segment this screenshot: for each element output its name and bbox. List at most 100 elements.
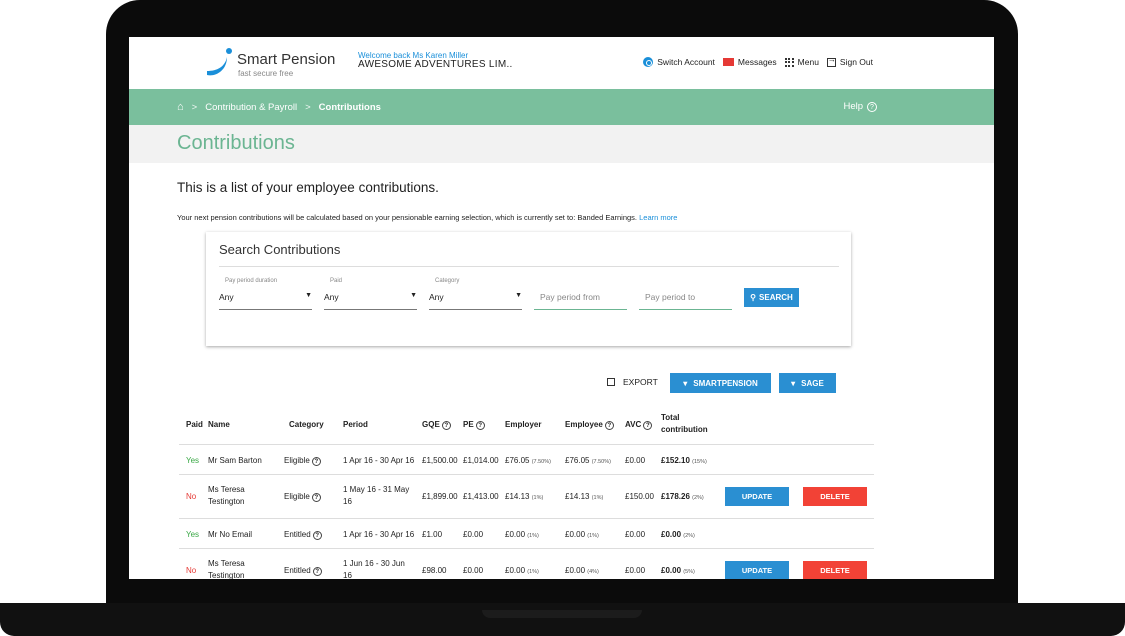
col-employee: Employee?: [565, 420, 614, 430]
help-circle-icon[interactable]: ?: [311, 493, 321, 502]
pay-period-duration-select[interactable]: Pay period duration Any ▼: [219, 278, 312, 310]
employer-cell: £14.13 (1%): [505, 492, 543, 501]
col-pe-label: PE: [463, 420, 474, 429]
help-label: Help: [843, 101, 863, 112]
employee-name[interactable]: Ms Teresa: [208, 485, 245, 494]
category-select[interactable]: Category Any ▼: [429, 278, 522, 310]
col-category: Category: [289, 420, 324, 429]
learn-more-link[interactable]: Learn more: [639, 213, 677, 222]
breadcrumb-contribution-payroll[interactable]: Contribution & Payroll: [205, 102, 297, 113]
avc-cell: £0.00: [625, 456, 646, 465]
intro-text: This is a list of your employee contribu…: [177, 180, 439, 195]
pay-period-duration-label: Pay period duration: [225, 278, 278, 284]
laptop-base: [0, 603, 1125, 636]
employer-value: £14.13: [505, 492, 530, 501]
category-label: Category: [435, 278, 460, 284]
sage-export-button[interactable]: ▾ SAGE: [779, 373, 836, 393]
search-button[interactable]: ⚲ SEARCH: [744, 288, 799, 307]
export-label: EXPORT: [623, 377, 658, 387]
help-circle-icon[interactable]: ?: [643, 421, 653, 430]
switch-account-label: Switch Account: [657, 57, 715, 67]
gqe-cell: £1.00: [422, 530, 443, 539]
help-circle-icon: ?: [867, 102, 877, 112]
menu-label: Menu: [797, 57, 819, 67]
col-avc-label: AVC: [625, 420, 642, 429]
avc-cell: £0.00: [625, 566, 646, 575]
employee-cell: £76.05 (7.50%): [565, 456, 611, 465]
update-button[interactable]: UPDATE: [725, 561, 789, 579]
smartpension-export-button[interactable]: ▾ SMARTPENSION: [670, 373, 771, 393]
grid-menu-icon: [784, 57, 794, 67]
delete-button[interactable]: DELETE: [803, 487, 867, 506]
export-link[interactable]: EXPORT: [607, 377, 658, 387]
employee-name[interactable]: Mr Sam Barton: [208, 456, 262, 465]
home-icon[interactable]: ⌂: [177, 101, 184, 113]
company-name: AWESOME ADVENTURES LIM..: [358, 59, 513, 70]
employee-name-line2[interactable]: Testington: [208, 497, 244, 506]
col-name: Name: [208, 420, 230, 429]
update-button[interactable]: UPDATE: [725, 487, 789, 506]
brand-tagline: fast secure free: [238, 69, 294, 78]
col-period: Period: [343, 420, 368, 429]
category-value: Entitled: [284, 566, 311, 575]
help-circle-icon[interactable]: ?: [311, 457, 321, 466]
mail-icon: [722, 58, 734, 66]
employee-name[interactable]: Mr No Email: [208, 530, 252, 539]
category-value: Eligible: [284, 456, 310, 465]
switch-account-link[interactable]: Switch Account: [643, 57, 715, 67]
col-gqe: GQE?: [422, 420, 451, 430]
employee-pct: (1%): [591, 495, 604, 501]
search-card: Search Contributions Pay period duration…: [206, 232, 851, 346]
employee-cell: £0.00 (4%): [565, 566, 599, 575]
divider: [219, 266, 839, 267]
logo-swoosh-icon: [207, 48, 232, 76]
col-paid: Paid: [186, 420, 203, 429]
page-title: Contributions: [177, 132, 295, 154]
gqe-cell: £1,899.00: [422, 492, 458, 501]
paid-select[interactable]: Paid Any ▼: [324, 278, 417, 310]
title-band: Contributions: [129, 125, 994, 163]
employee-name[interactable]: Ms Teresa: [208, 559, 245, 568]
top-bar: Smart Pension fast secure free Welcome b…: [129, 37, 994, 89]
pe-cell: £1,014.00: [463, 456, 499, 465]
top-nav: Switch Account Messages Menu Sign Out: [639, 55, 873, 67]
help-circle-icon[interactable]: ?: [475, 421, 485, 430]
breadcrumb: ⌂ > Contribution & Payroll > Contributio…: [177, 101, 381, 113]
employer-cell: £76.05 (7.50%): [505, 456, 551, 465]
employee-pct: (4%): [587, 569, 599, 575]
pay-period-to-input[interactable]: Pay period to: [639, 278, 732, 310]
smart-pension-logo[interactable]: Smart Pension fast secure free: [205, 47, 335, 81]
category-value: Any: [429, 292, 444, 302]
employee-pct: (1%): [587, 533, 599, 539]
help-link[interactable]: Help?: [843, 101, 877, 112]
messages-link[interactable]: Messages: [722, 57, 777, 67]
help-circle-icon[interactable]: ?: [312, 567, 322, 576]
smartpension-label: SMARTPENSION: [693, 378, 758, 388]
paid-status: Yes: [186, 530, 200, 539]
employee-value: £14.13: [565, 492, 590, 501]
external-link-icon: [607, 378, 615, 386]
messages-label: Messages: [737, 57, 777, 67]
total-cell: £0.00 (5%): [661, 566, 695, 575]
delete-button[interactable]: DELETE: [803, 561, 867, 579]
employee-name-line2[interactable]: Testington: [208, 571, 244, 579]
search-icon: ⚲: [750, 293, 757, 302]
pay-period-from-input[interactable]: Pay period from: [534, 278, 627, 310]
category-value: Entitled: [284, 530, 311, 539]
pay-period-from-placeholder: Pay period from: [540, 292, 600, 302]
sign-out-link[interactable]: Sign Out: [826, 55, 873, 67]
search-button-label: SEARCH: [759, 293, 793, 302]
col-employer: Employer: [505, 420, 542, 429]
avc-cell: £0.00: [625, 530, 646, 539]
screen: Smart Pension fast secure free Welcome b…: [129, 37, 994, 579]
help-circle-icon[interactable]: ?: [312, 531, 322, 540]
employer-cell: £0.00 (1%): [505, 566, 539, 575]
help-circle-icon[interactable]: ?: [441, 421, 451, 430]
col-gqe-label: GQE: [422, 420, 440, 429]
sage-label: SAGE: [801, 378, 824, 388]
total-pct: (15%): [692, 459, 707, 465]
period-cell-line2: 16: [343, 571, 352, 579]
menu-link[interactable]: Menu: [784, 57, 819, 67]
caret-down-icon: ▼: [305, 292, 312, 299]
help-circle-icon[interactable]: ?: [604, 421, 614, 430]
